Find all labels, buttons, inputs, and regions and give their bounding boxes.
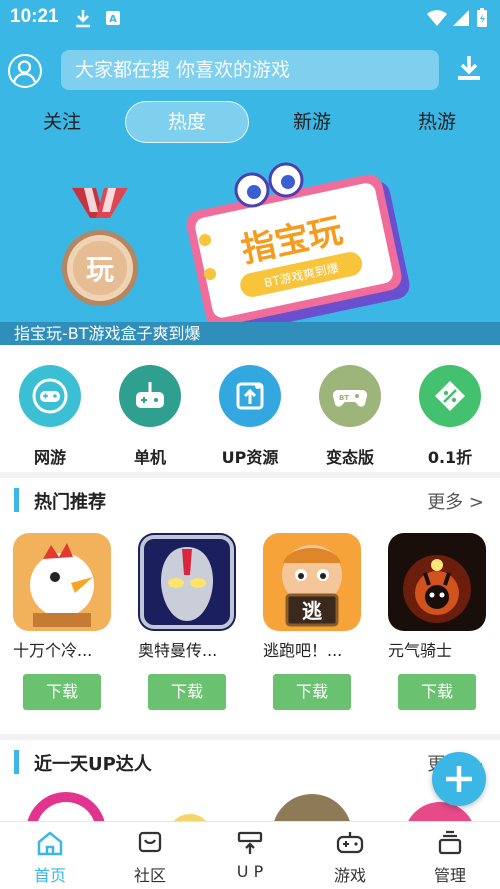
game-card[interactable]: 元气骑士 下载 <box>388 533 488 710</box>
status-bar: 10:21 A <box>0 0 500 36</box>
nav-manage[interactable]: 管理 <box>415 830 485 886</box>
banner-caption: 指宝玩-BT游戏盒子爽到爆 <box>0 322 500 345</box>
community-icon <box>138 831 162 853</box>
up-avatar[interactable] <box>168 814 212 821</box>
gamepad-nav-icon <box>336 832 364 854</box>
section-accent-bar <box>14 750 19 774</box>
up-masters-section: 近一天UP达人 更多 > <box>0 740 500 821</box>
game-name: 奥特曼传... <box>138 641 218 660</box>
home-icon <box>37 831 63 856</box>
game-name: 十万个冷... <box>13 641 93 660</box>
joystick-icon <box>119 365 181 427</box>
discount-tag-icon <box>419 365 481 427</box>
category-label: 变态版 <box>325 448 374 467</box>
tab-hot-games[interactable]: 热游 <box>397 100 477 144</box>
game-icon <box>388 533 486 631</box>
section-title: 热门推荐 <box>34 492 106 513</box>
app-status-icon: A <box>106 11 120 25</box>
section-title: 近一天UP达人 <box>34 754 152 775</box>
nav-label: 游戏 <box>333 866 366 885</box>
nav-home[interactable]: 首页 <box>15 830 85 886</box>
category-bt-version[interactable]: BT 变态版 <box>310 365 390 468</box>
category-up-resources[interactable]: UP资源 <box>210 365 290 468</box>
game-card[interactable]: 奥特曼传... 下载 <box>138 533 238 710</box>
up-upload-icon <box>237 831 263 854</box>
gamepad-icon <box>19 365 81 427</box>
section-accent-bar <box>14 488 19 512</box>
banner-artwork: 玩 指宝玩 BT游戏爽到爆 <box>62 162 410 335</box>
nav-label: 管理 <box>433 866 466 885</box>
game-sign-text: 逃 <box>302 599 323 623</box>
hot-recommend-section: 热门推荐 更多 > 十万个冷... 下载 奥特曼传... 下载 逃 逃跑吧！..… <box>0 478 500 734</box>
download-status-icon <box>76 10 90 28</box>
up-avatars-row <box>27 792 472 821</box>
download-button[interactable]: 下载 <box>148 674 226 710</box>
nav-games[interactable]: 游戏 <box>315 830 385 886</box>
battery-icon <box>477 8 487 27</box>
svg-text:BT: BT <box>339 394 349 402</box>
game-name: 逃跑吧！... <box>263 641 343 660</box>
user-avatar-button[interactable] <box>8 54 42 88</box>
game-card[interactable]: 逃 逃跑吧！... 下载 <box>263 533 363 710</box>
search-input[interactable]: 大家都在搜 你喜欢的游戏 <box>61 50 439 90</box>
tab-follow[interactable]: 关注 <box>22 100 102 144</box>
category-discount[interactable]: 0.1折 <box>410 365 490 468</box>
up-avatar[interactable] <box>272 794 352 821</box>
signal-icon <box>453 10 469 26</box>
share-upload-icon <box>219 365 281 427</box>
nav-label: U P <box>236 862 264 881</box>
category-label: 单机 <box>133 448 166 467</box>
wifi-icon <box>427 10 447 26</box>
download-button[interactable]: 下载 <box>23 674 101 710</box>
category-online-games[interactable]: 网游 <box>10 365 90 468</box>
category-label: 0.1折 <box>427 448 473 467</box>
category-label: UP资源 <box>221 448 279 467</box>
nav-up[interactable]: U P <box>215 830 285 881</box>
download-manager-icon[interactable] <box>456 54 482 82</box>
search-placeholder: 大家都在搜 你喜欢的游戏 <box>75 59 291 81</box>
download-button[interactable]: 下载 <box>398 674 476 710</box>
game-icon <box>138 533 236 631</box>
game-icon: 逃 <box>263 533 361 631</box>
medal-text: 玩 <box>86 253 114 286</box>
tab-new-games[interactable]: 新游 <box>272 100 352 144</box>
download-button[interactable]: 下载 <box>273 674 351 710</box>
add-button[interactable] <box>432 752 486 806</box>
tab-hot[interactable]: 热度 <box>125 101 249 143</box>
user-icon <box>12 60 37 83</box>
status-time: 10:21 <box>10 6 59 27</box>
category-label: 网游 <box>33 448 66 467</box>
category-single-player[interactable]: 单机 <box>110 365 190 468</box>
bottom-navigation: 首页 社区 U P 游戏 管理 <box>0 821 500 889</box>
plus-icon <box>446 766 472 792</box>
game-card[interactable]: 十万个冷... 下载 <box>13 533 113 710</box>
game-icon <box>13 533 111 631</box>
header: 大家都在搜 你喜欢的游戏 关注 热度 新游 热游 <box>0 36 500 150</box>
nav-community[interactable]: 社区 <box>115 830 185 886</box>
category-tabs: 关注 热度 新游 热游 <box>0 100 500 144</box>
category-shortcuts: 网游 单机 UP资源 BT 变态版 0.1折 <box>0 345 500 472</box>
promo-banner[interactable]: 玩 指宝玩 BT游戏爽到爆 指宝玩-BT游戏盒子爽到爆 <box>0 150 500 345</box>
nav-label: 首页 <box>33 866 66 885</box>
nav-label: 社区 <box>133 866 166 885</box>
manage-icon <box>438 830 462 855</box>
game-name: 元气骑士 <box>388 641 453 660</box>
more-link[interactable]: 更多 > <box>427 488 484 514</box>
bt-controller-icon: BT <box>319 365 381 427</box>
svg-text:A: A <box>109 14 117 25</box>
